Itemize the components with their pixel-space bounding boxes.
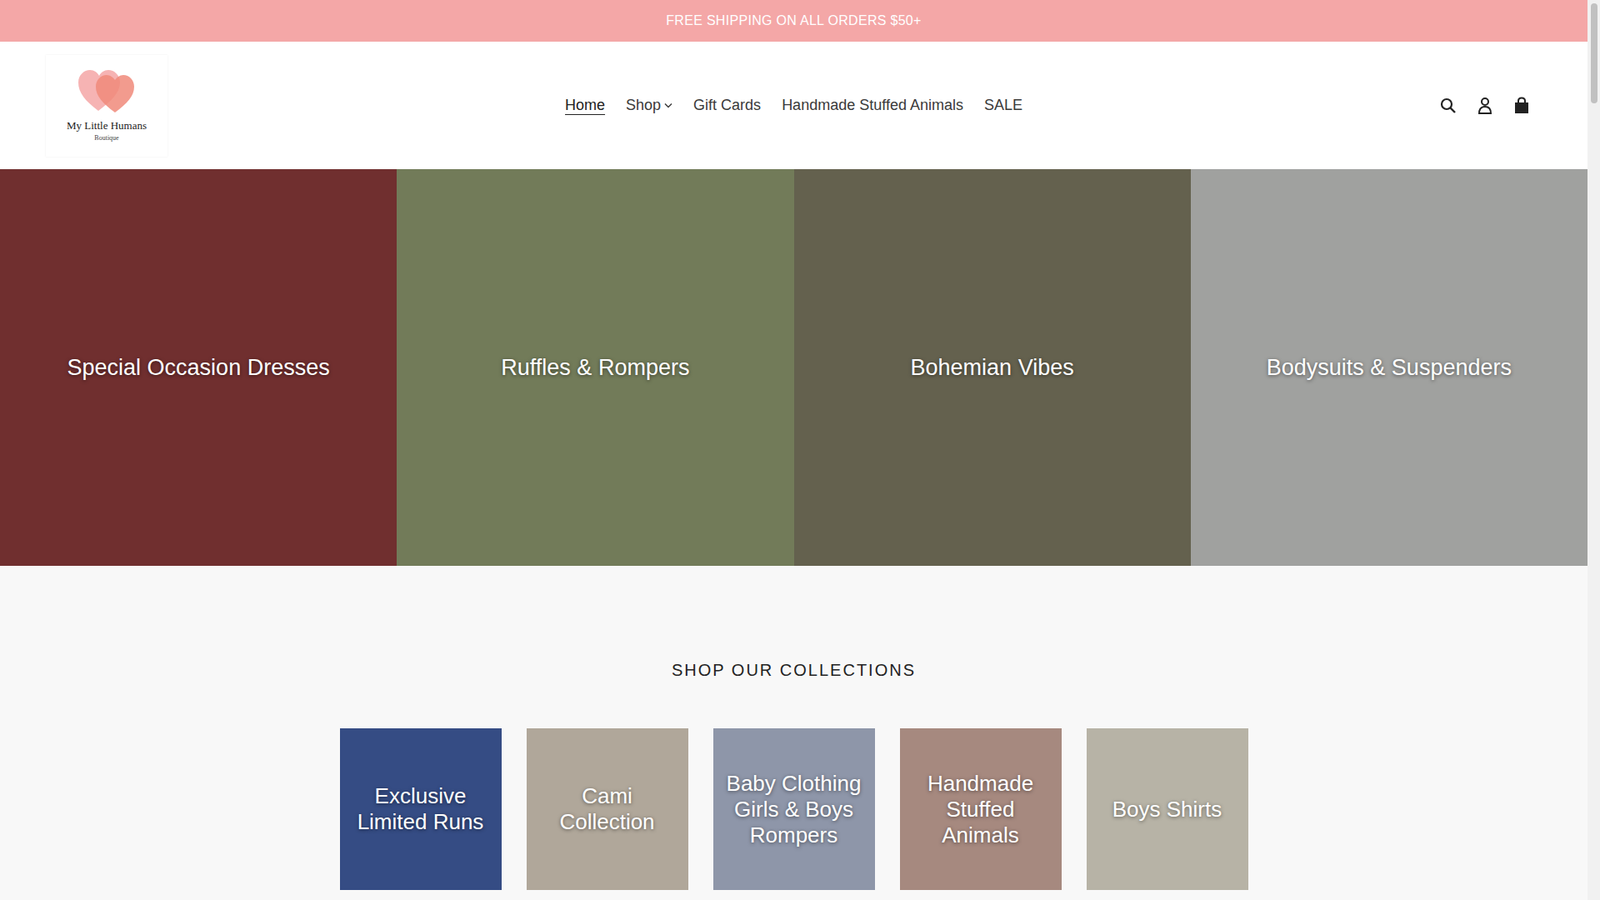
- nav-item[interactable]: Handmade Stuffed Animals: [781, 94, 964, 117]
- collection-tile[interactable]: Exclusive Limited Runs: [340, 728, 502, 890]
- hero-label: Special Occasion Dresses: [54, 350, 344, 385]
- cart-icon[interactable]: [1511, 95, 1532, 116]
- section-title: SHOP OUR COLLECTIONS: [671, 657, 916, 683]
- hero-tile[interactable]: Ruffles & Rompers: [396, 169, 794, 566]
- collection-label: Exclusive Limited Runs: [340, 783, 502, 835]
- hero-tile[interactable]: Bohemian Vibes: [794, 169, 1191, 566]
- header: My Little HumansBoutique Home Shop Gift Car…: [0, 41, 1588, 170]
- header-icons: [1022, 95, 1542, 116]
- logo-name: My Little Humans: [66, 117, 147, 135]
- collection-tile[interactable]: Handmade Stuffed Animals: [900, 728, 1062, 890]
- nav-label: Home: [565, 94, 605, 117]
- collection-tile[interactable]: Cami Collection: [526, 728, 689, 890]
- search-icon[interactable]: [1438, 95, 1459, 116]
- collection-tile[interactable]: Boys Shirts: [1086, 728, 1249, 890]
- hearts-icon: [76, 67, 137, 115]
- announcement-text: FREE SHIPPING ON ALL ORDERS $50+: [665, 10, 921, 31]
- nav-label: SALE: [984, 94, 1023, 117]
- collection-tile[interactable]: Baby Clothing Girls & Boys Rompers: [713, 728, 875, 890]
- collection-label: Handmade Stuffed Animals: [900, 770, 1062, 849]
- announcement-bar: FREE SHIPPING ON ALL ORDERS $50+: [0, 0, 1588, 42]
- collections-section: SHOP OUR COLLECTIONS Exclusive Limited Ru…: [0, 565, 1588, 890]
- nav-item[interactable]: Shop: [625, 94, 673, 117]
- scrollbar[interactable]: [1587, 0, 1600, 900]
- chevron-down-icon: [664, 102, 673, 109]
- nav-item[interactable]: Gift Cards: [693, 94, 761, 117]
- logo[interactable]: My Little HumansBoutique: [45, 55, 168, 157]
- nav-label: Gift Cards: [693, 94, 761, 117]
- hero-label: Bodysuits & Suspenders: [1253, 350, 1525, 385]
- collection-label: Baby Clothing Girls & Boys Rompers: [713, 770, 875, 849]
- main-nav: Home Shop Gift Cards Handmade Stuffed Anima…: [565, 94, 1023, 117]
- collection-label: Boys Shirts: [1105, 796, 1230, 823]
- hero-tile[interactable]: Bodysuits & Suspenders: [1190, 169, 1588, 566]
- logo-subtitle: Boutique: [94, 133, 119, 144]
- account-icon[interactable]: [1475, 95, 1495, 116]
- collection-label: Cami Collection: [526, 783, 689, 835]
- hero-tile[interactable]: Special Occasion Dresses: [0, 169, 397, 566]
- scrollbar-thumb[interactable]: [1590, 3, 1598, 104]
- nav-item[interactable]: SALE: [984, 94, 1023, 117]
- nav-label: Shop: [625, 94, 661, 117]
- nav-label: Handmade Stuffed Animals: [781, 94, 964, 117]
- hero-label: Bohemian Vibes: [897, 350, 1088, 385]
- collections-grid: Exclusive Limited Runs Cami Collection Bab…: [340, 728, 1249, 890]
- nav-item[interactable]: Home: [565, 94, 605, 117]
- hero-label: Ruffles & Rompers: [487, 350, 703, 385]
- logo-wrap: My Little HumansBoutique: [45, 55, 565, 157]
- hero-grid: Special Occasion Dresses Ruffles & Romper…: [0, 169, 1588, 566]
